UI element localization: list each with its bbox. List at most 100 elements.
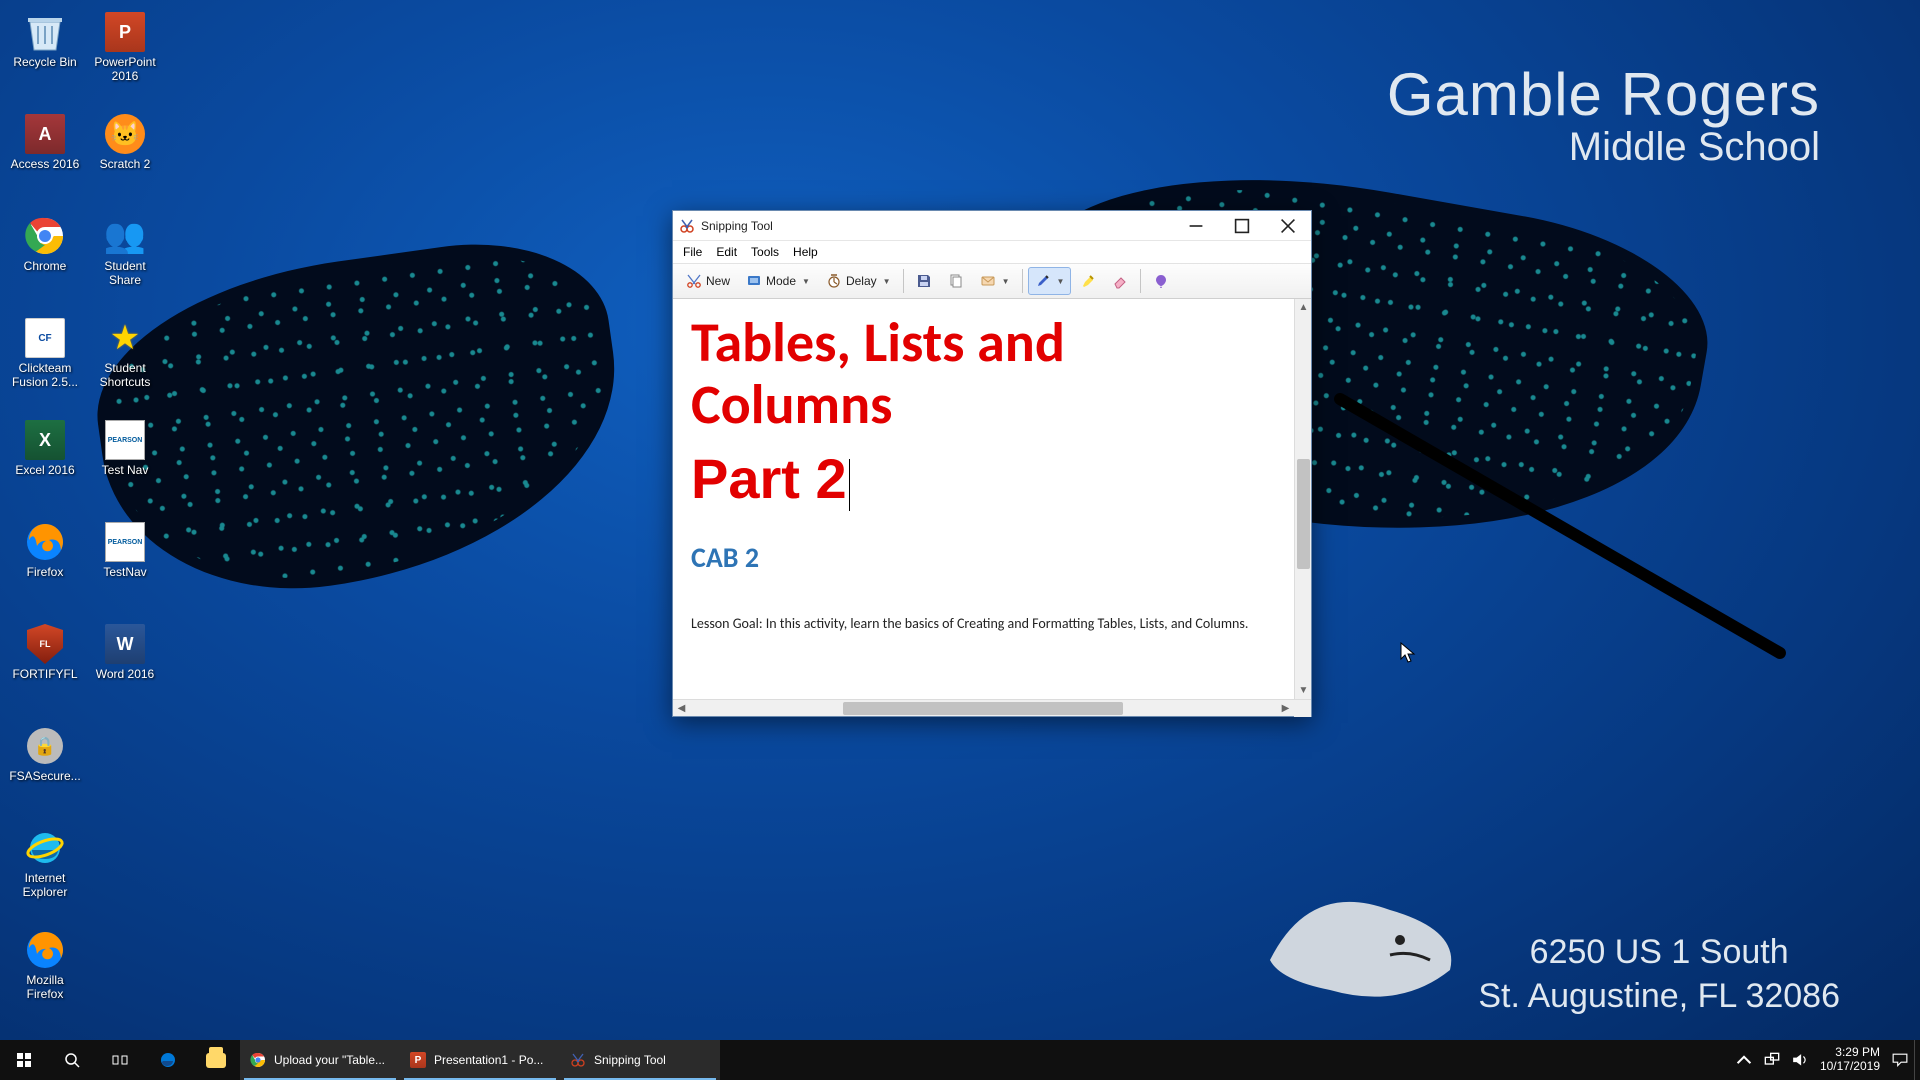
- desktop-icon-pearson-testnav[interactable]: PEARSON Test Nav: [86, 414, 164, 514]
- powerpoint-icon: P: [103, 10, 147, 54]
- fortifyfl-icon: FL: [23, 622, 67, 666]
- scroll-thumb[interactable]: [843, 702, 1123, 715]
- search-icon: [64, 1052, 80, 1068]
- clock-date: 10/17/2019: [1820, 1060, 1880, 1074]
- tray-volume-icon[interactable]: [1792, 1052, 1808, 1068]
- desktop-icon-internet-explorer[interactable]: Internet Explorer: [6, 822, 84, 922]
- menubar: File Edit Tools Help: [673, 241, 1311, 263]
- scroll-up-icon[interactable]: ▲: [1295, 299, 1312, 316]
- desktop-icon-student-shortcuts[interactable]: ★ Student Shortcuts: [86, 312, 164, 412]
- pen-button[interactable]: ▼: [1028, 267, 1072, 295]
- task-powerpoint[interactable]: P Presentation1 - Po...: [400, 1040, 560, 1080]
- desktop-icon-student-share[interactable]: 👥 Student Share: [86, 210, 164, 310]
- cursor-icon: [1400, 642, 1416, 669]
- desktop-icon-fortifyfl[interactable]: FL FORTIFYFL: [6, 618, 84, 718]
- wallpaper-ray-logo: [1250, 870, 1470, 1010]
- desktop-icon-mozilla-firefox[interactable]: Mozilla Firefox: [6, 924, 84, 1024]
- highlighter-icon: [1080, 273, 1096, 289]
- snip-canvas[interactable]: Tables, Lists and Columns Part 2 CAB 2 L…: [673, 299, 1294, 699]
- task-snipping-tool[interactable]: Snipping Tool: [560, 1040, 720, 1080]
- desktop-icon-label: Test Nav: [102, 464, 149, 478]
- toolbar: New Mode ▼ Delay ▼ ▼ ▼: [673, 263, 1311, 299]
- text-cursor-icon: [849, 459, 850, 511]
- ie-icon: [23, 826, 67, 870]
- task-label: Snipping Tool: [594, 1053, 666, 1067]
- desktop-icon-powerpoint[interactable]: P PowerPoint 2016: [86, 6, 164, 106]
- chevron-down-icon: ▼: [802, 277, 810, 286]
- desktop-icon-clickteam[interactable]: CF Clickteam Fusion 2.5...: [6, 312, 84, 412]
- save-button[interactable]: [909, 267, 939, 295]
- eraser-button[interactable]: [1105, 267, 1135, 295]
- desktop-icon-label: Clickteam Fusion 2.5...: [7, 362, 83, 390]
- firefox-icon: [23, 928, 67, 972]
- recycle-bin-icon: [23, 10, 67, 54]
- doc-heading: Tables, Lists and Columns: [691, 313, 1276, 436]
- minimize-button[interactable]: [1173, 211, 1219, 241]
- tray-network-icon[interactable]: [1764, 1052, 1780, 1068]
- toolbar-separator: [1140, 269, 1141, 293]
- new-button[interactable]: New: [679, 267, 737, 295]
- desktop-icon-recycle-bin[interactable]: Recycle Bin: [6, 6, 84, 106]
- scroll-left-icon[interactable]: ◀: [673, 700, 690, 717]
- excel-icon: X: [23, 418, 67, 462]
- menu-edit[interactable]: Edit: [716, 245, 737, 259]
- scroll-right-icon[interactable]: ▶: [1277, 700, 1294, 717]
- task-chrome[interactable]: Upload your "Table...: [240, 1040, 400, 1080]
- wallpaper-address-line1: 6250 US 1 South: [1478, 930, 1840, 974]
- menu-help[interactable]: Help: [793, 245, 818, 259]
- task-view-button[interactable]: [96, 1040, 144, 1080]
- pearson-icon: PEARSON: [103, 418, 147, 462]
- delay-button-label: Delay: [846, 274, 877, 288]
- desktop-icon-scratch[interactable]: 🐱 Scratch 2: [86, 108, 164, 208]
- chrome-icon: [23, 214, 67, 258]
- pinned-edge[interactable]: [144, 1040, 192, 1080]
- desktop-icon-label: Internet Explorer: [7, 872, 83, 900]
- menu-file[interactable]: File: [683, 245, 702, 259]
- doc-heading-2: Part 2: [691, 446, 1276, 514]
- desktop-icon-excel[interactable]: X Excel 2016: [6, 414, 84, 514]
- fsasecure-icon: [23, 724, 67, 768]
- toolbar-separator: [903, 269, 904, 293]
- window-title: Snipping Tool: [701, 219, 773, 233]
- menu-tools[interactable]: Tools: [751, 245, 779, 259]
- vertical-scrollbar[interactable]: ▲ ▼: [1294, 299, 1311, 699]
- scissors-icon: [686, 273, 702, 289]
- edit-with-paint3d-button[interactable]: [1146, 267, 1176, 295]
- tray-chevron-up-icon[interactable]: [1736, 1052, 1752, 1068]
- pinned-explorer[interactable]: [192, 1040, 240, 1080]
- word-icon: W: [103, 622, 147, 666]
- star-icon: ★: [103, 316, 147, 360]
- edge-icon: [160, 1052, 176, 1068]
- close-button[interactable]: [1265, 211, 1311, 241]
- search-button[interactable]: [48, 1040, 96, 1080]
- wallpaper-ray-left: [80, 225, 639, 614]
- copy-button[interactable]: [941, 267, 971, 295]
- desktop-icon-access[interactable]: A Access 2016: [6, 108, 84, 208]
- desktop-icon-label: TestNav: [103, 566, 146, 580]
- desktop-icon-firefox[interactable]: Firefox: [6, 516, 84, 616]
- chevron-down-icon: ▼: [1002, 277, 1010, 286]
- desktop-icon-fsasecure[interactable]: FSASecure...: [6, 720, 84, 820]
- start-button[interactable]: [0, 1040, 48, 1080]
- doc-subheading: CAB 2: [691, 540, 1276, 575]
- highlighter-button[interactable]: [1073, 267, 1103, 295]
- taskbar-clock[interactable]: 3:29 PM 10/17/2019: [1820, 1046, 1880, 1074]
- show-desktop-button[interactable]: [1914, 1040, 1920, 1080]
- doc-body: Lesson Goal: In this activity, learn the…: [691, 615, 1276, 632]
- desktop-icon-testnav[interactable]: PEARSON TestNav: [86, 516, 164, 616]
- desktop-icon-chrome[interactable]: Chrome: [6, 210, 84, 310]
- testnav-icon: PEARSON: [103, 520, 147, 564]
- horizontal-scrollbar[interactable]: ◀ ▶: [673, 699, 1311, 716]
- send-button[interactable]: ▼: [973, 267, 1017, 295]
- scroll-thumb[interactable]: [1297, 459, 1310, 569]
- desktop-icon-label: Chrome: [24, 260, 67, 274]
- balloon-icon: [1153, 273, 1169, 289]
- delay-button[interactable]: Delay ▼: [819, 267, 898, 295]
- wallpaper-address-line2: St. Augustine, FL 32086: [1478, 974, 1840, 1018]
- action-center-icon[interactable]: [1892, 1052, 1908, 1068]
- mode-button[interactable]: Mode ▼: [739, 267, 817, 295]
- desktop-icon-word[interactable]: W Word 2016: [86, 618, 164, 718]
- maximize-button[interactable]: [1219, 211, 1265, 241]
- titlebar[interactable]: Snipping Tool: [673, 211, 1311, 241]
- scroll-down-icon[interactable]: ▼: [1295, 682, 1312, 699]
